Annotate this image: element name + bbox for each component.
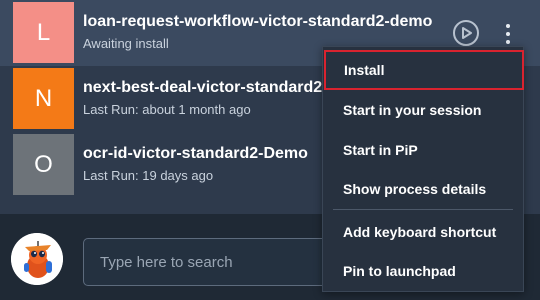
search-input[interactable] — [98, 252, 342, 272]
process-status: Awaiting install — [83, 36, 169, 51]
tile-initial: L — [36, 18, 51, 46]
robot-avatar-icon[interactable] — [11, 233, 63, 285]
menu-item-label: Pin to launchpad — [343, 263, 456, 279]
menu-item-start-in-session[interactable]: Start in your session — [323, 90, 523, 130]
menu-item-pin-to-launchpad[interactable]: Pin to launchpad — [323, 251, 523, 291]
process-tile: N — [13, 68, 74, 129]
process-last-run: Last Run: about 1 month ago — [83, 102, 251, 117]
search-field[interactable] — [83, 238, 343, 286]
menu-divider — [333, 209, 513, 210]
menu-item-label: Add keyboard shortcut — [343, 224, 497, 240]
process-tile: L — [13, 2, 74, 63]
menu-item-install[interactable]: Install — [324, 50, 524, 90]
kebab-menu-icon[interactable] — [502, 22, 514, 46]
play-circle-icon[interactable] — [453, 20, 479, 46]
process-tile: O — [13, 134, 74, 195]
menu-item-label: Install — [344, 62, 385, 78]
process-name: next-best-deal-victor-standard2-Demo — [83, 79, 333, 96]
menu-item-start-in-pip[interactable]: Start in PiP — [323, 130, 523, 170]
context-menu: Install Start in your session Start in P… — [322, 46, 524, 292]
process-name: loan-request-workflow-victor-standard2-d… — [83, 13, 433, 30]
menu-item-label: Show process details — [343, 181, 487, 197]
menu-item-label: Start in PiP — [343, 142, 418, 158]
process-name: ocr-id-victor-standard2-Demo — [83, 145, 308, 162]
menu-item-add-keyboard-shortcut[interactable]: Add keyboard shortcut — [323, 212, 523, 252]
menu-item-label: Start in your session — [343, 102, 482, 118]
process-last-run: Last Run: 19 days ago — [83, 168, 214, 183]
tile-initial: N — [34, 84, 53, 112]
tile-initial: O — [34, 150, 53, 178]
menu-item-show-process-details[interactable]: Show process details — [323, 169, 523, 209]
